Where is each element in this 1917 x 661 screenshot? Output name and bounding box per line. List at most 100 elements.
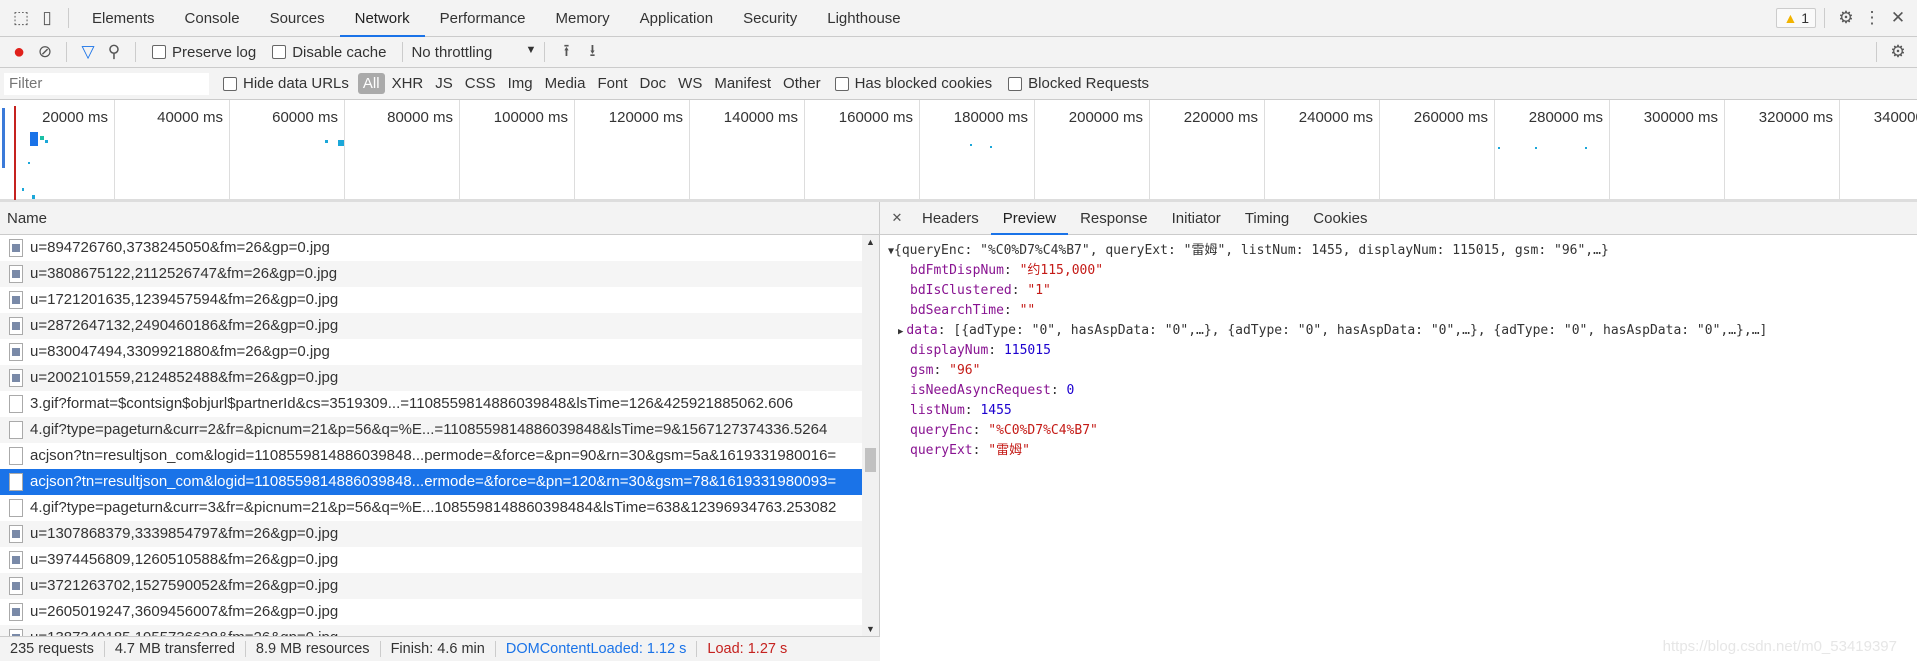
filter-type-img[interactable]: Img bbox=[503, 73, 538, 94]
json-value: "" bbox=[1019, 303, 1036, 318]
name-column-header[interactable]: Name bbox=[0, 202, 879, 235]
timeline-request-mark bbox=[30, 132, 38, 146]
request-row[interactable]: 4.gif?type=pageturn&curr=2&fr=&picnum=21… bbox=[0, 417, 862, 443]
disable-cache-checkbox[interactable]: Disable cache bbox=[272, 44, 386, 61]
scroll-down-icon[interactable]: ▼ bbox=[866, 624, 875, 634]
filter-type-xhr[interactable]: XHR bbox=[387, 73, 429, 94]
export-har-icon[interactable]: ⭳ bbox=[579, 39, 605, 65]
json-preview: ▼{queryEnc: "%C0%D7%C4%B7", queryExt: "雷… bbox=[880, 235, 1917, 461]
request-row[interactable]: u=894726760,3738245050&fm=26&gp=0.jpg bbox=[0, 235, 862, 261]
warnings-badge[interactable]: ▲ 1 bbox=[1776, 8, 1816, 28]
filter-input[interactable] bbox=[4, 72, 209, 95]
scroll-up-icon[interactable]: ▲ bbox=[866, 237, 875, 247]
tab-lighthouse[interactable]: Lighthouse bbox=[812, 0, 915, 37]
filter-type-css[interactable]: CSS bbox=[460, 73, 501, 94]
timeline-request-mark bbox=[1585, 147, 1587, 149]
document-file-icon bbox=[9, 447, 23, 465]
filter-icon[interactable]: ▽ bbox=[75, 39, 101, 65]
request-name: u=2002101559,2124852488&fm=26&gp=0.jpg bbox=[30, 369, 339, 386]
divider bbox=[402, 42, 404, 62]
filter-type-other[interactable]: Other bbox=[778, 73, 826, 94]
request-row[interactable]: u=1307868379,3339854797&fm=26&gp=0.jpg bbox=[0, 521, 862, 547]
device-toolbar-icon[interactable]: ▯ bbox=[34, 5, 60, 31]
request-row[interactable]: u=2605019247,3609456007&fm=26&gp=0.jpg bbox=[0, 599, 862, 625]
more-options-icon[interactable]: ⋮ bbox=[1859, 5, 1885, 31]
watermark: https://blog.csdn.net/m0_53419397 bbox=[1662, 638, 1897, 655]
detail-tab-headers[interactable]: Headers bbox=[910, 202, 991, 235]
request-row[interactable]: u=1387349185,1955736628&fm=26&gp=0.jpg bbox=[0, 625, 862, 636]
json-value: "96" bbox=[949, 363, 981, 378]
clear-icon[interactable]: ⊘ bbox=[32, 39, 58, 65]
timeline-tick-label: 260000 ms bbox=[1380, 100, 1495, 199]
filter-type-all[interactable]: All bbox=[357, 73, 385, 94]
request-row[interactable]: u=3808675122,2112526747&fm=26&gp=0.jpg bbox=[0, 261, 862, 287]
request-row[interactable]: 3.gif?format=$contsign$objurl$partnerId&… bbox=[0, 391, 862, 417]
blocked-requests-checkbox[interactable]: Blocked Requests bbox=[1008, 75, 1149, 92]
detail-tab-preview[interactable]: Preview bbox=[990, 202, 1069, 235]
filter-type-doc[interactable]: Doc bbox=[634, 73, 671, 94]
detail-tab-cookies[interactable]: Cookies bbox=[1301, 202, 1379, 235]
json-key: bdFmtDispNum bbox=[910, 263, 1004, 278]
timeline-request-mark bbox=[32, 195, 35, 199]
search-icon[interactable]: ⚲ bbox=[101, 39, 127, 65]
request-name: u=2872647132,2490460186&fm=26&gp=0.jpg bbox=[30, 317, 339, 334]
throttling-select[interactable]: No throttling ▼ bbox=[411, 44, 536, 61]
scrollbar[interactable]: ▲ ▼ bbox=[862, 235, 879, 636]
json-property: displayNum: 115015 bbox=[910, 343, 1051, 358]
image-file-icon bbox=[9, 525, 23, 543]
request-row[interactable]: u=2002101559,2124852488&fm=26&gp=0.jpg bbox=[0, 365, 862, 391]
request-row[interactable]: u=830047494,3309921880&fm=26&gp=0.jpg bbox=[0, 339, 862, 365]
request-name: acjson?tn=resultjson_com&logid=110855981… bbox=[30, 447, 837, 464]
tab-memory[interactable]: Memory bbox=[541, 0, 625, 37]
request-name: 3.gif?format=$contsign$objurl$partnerId&… bbox=[30, 395, 794, 412]
expand-triangle-icon[interactable]: ▶ bbox=[898, 327, 903, 337]
record-icon[interactable]: ● bbox=[6, 39, 32, 65]
tab-security[interactable]: Security bbox=[728, 0, 812, 37]
tab-application[interactable]: Application bbox=[625, 0, 728, 37]
filter-type-js[interactable]: JS bbox=[430, 73, 458, 94]
tab-console[interactable]: Console bbox=[170, 0, 255, 37]
request-row[interactable]: acjson?tn=resultjson_com&logid=110855981… bbox=[0, 443, 862, 469]
hide-data-urls-checkbox[interactable]: Hide data URLs bbox=[223, 75, 349, 92]
timeline-tick-label: 120000 ms bbox=[575, 100, 690, 199]
inspect-element-icon[interactable]: ⬚ bbox=[8, 5, 34, 31]
import-har-icon[interactable]: ⭱ bbox=[553, 39, 579, 65]
json-value: "1" bbox=[1027, 283, 1051, 298]
json-value: 0 bbox=[1066, 383, 1075, 398]
detail-tab-timing[interactable]: Timing bbox=[1233, 202, 1301, 235]
request-name: u=3808675122,2112526747&fm=26&gp=0.jpg bbox=[30, 265, 338, 282]
tab-sources[interactable]: Sources bbox=[255, 0, 340, 37]
request-row[interactable]: acjson?tn=resultjson_com&logid=110855981… bbox=[0, 469, 862, 495]
tab-elements[interactable]: Elements bbox=[77, 0, 170, 37]
json-root[interactable]: ▼{queryEnc: "%C0%D7%C4%B7", queryExt: "雷… bbox=[880, 241, 1917, 261]
filter-type-font[interactable]: Font bbox=[592, 73, 632, 94]
tab-performance[interactable]: Performance bbox=[425, 0, 541, 37]
request-row[interactable]: 4.gif?type=pageturn&curr=3&fr=&picnum=21… bbox=[0, 495, 862, 521]
close-details-icon[interactable]: ✕ bbox=[884, 205, 910, 231]
timeline-tick-label: 60000 ms bbox=[230, 100, 345, 199]
request-row[interactable]: u=1721201635,1239457594&fm=26&gp=0.jpg bbox=[0, 287, 862, 313]
filter-type-manifest[interactable]: Manifest bbox=[709, 73, 776, 94]
close-icon[interactable]: ✕ bbox=[1885, 5, 1911, 31]
detail-tab-response[interactable]: Response bbox=[1068, 202, 1160, 235]
devtools-tab-bar: ⬚ ▯ Elements Console Sources Network Perform… bbox=[0, 0, 1917, 37]
network-overview-timeline[interactable]: 20000 ms 40000 ms 60000 ms 80000 ms 100000 m… bbox=[0, 100, 1917, 202]
preserve-log-checkbox[interactable]: Preserve log bbox=[152, 44, 256, 61]
request-row[interactable]: u=3974456809,1260510588&fm=26&gp=0.jpg bbox=[0, 547, 862, 573]
scrollbar-thumb[interactable] bbox=[865, 448, 876, 472]
hide-data-urls-label: Hide data URLs bbox=[243, 75, 349, 92]
timeline-request-mark bbox=[970, 144, 972, 146]
tab-network[interactable]: Network bbox=[339, 0, 425, 37]
json-property[interactable]: ▶ data: [{adType: "0", hasAspData: "0",…}… bbox=[880, 321, 1917, 341]
settings-gear-icon[interactable]: ⚙ bbox=[1833, 5, 1859, 31]
request-row[interactable]: u=3721263702,1527590052&fm=26&gp=0.jpg bbox=[0, 573, 862, 599]
detail-tab-initiator[interactable]: Initiator bbox=[1160, 202, 1233, 235]
network-settings-icon[interactable]: ⚙ bbox=[1885, 39, 1911, 65]
request-name: u=1307868379,3339854797&fm=26&gp=0.jpg bbox=[30, 525, 339, 542]
has-blocked-cookies-checkbox[interactable]: Has blocked cookies bbox=[834, 75, 992, 92]
json-summary: {queryEnc: "%C0%D7%C4%B7", queryExt: "雷姆… bbox=[894, 243, 1609, 258]
warning-icon: ▲ bbox=[1783, 10, 1798, 26]
filter-type-media[interactable]: Media bbox=[540, 73, 591, 94]
filter-type-ws[interactable]: WS bbox=[673, 73, 707, 94]
request-row[interactable]: u=2872647132,2490460186&fm=26&gp=0.jpg bbox=[0, 313, 862, 339]
